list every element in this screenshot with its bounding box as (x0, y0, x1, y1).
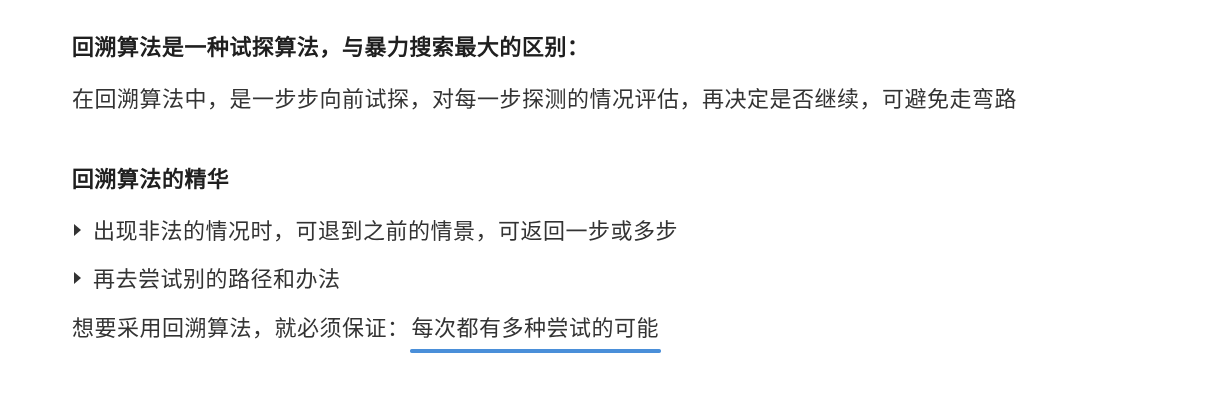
highlighted-phrase: 每次都有多种尝试的可能 (409, 311, 662, 353)
list-item: 出现非法的情况时，可退到之前的情景，可返回一步或多步 (72, 214, 678, 246)
underline-mark (409, 349, 662, 353)
conclusion-line: 想要采用回溯算法，就必须保证：每次都有多种尝试的可能 (72, 311, 662, 353)
conclusion-prefix: 想要采用回溯算法，就必须保证： (72, 317, 410, 342)
list-item-text: 出现非法的情况时，可退到之前的情景，可返回一步或多步 (93, 220, 679, 245)
section-heading-difference: 回溯算法是一种试探算法，与暴力搜索最大的区别： (72, 36, 590, 61)
highlighted-phrase-text: 每次都有多种尝试的可能 (411, 317, 660, 342)
section-heading-essence: 回溯算法的精华 (72, 168, 230, 193)
triangle-right-icon (74, 224, 81, 236)
document-page: 回溯算法是一种试探算法，与暴力搜索最大的区别： 在回溯算法中，是一步步向前试探，… (0, 0, 1228, 408)
list-item: 再去尝试别的路径和办法 (72, 262, 341, 294)
list-item-text: 再去尝试别的路径和办法 (93, 268, 341, 293)
paragraph-difference-explanation: 在回溯算法中，是一步步向前试探，对每一步探测的情况评估，再决定是否继续，可避免走… (72, 88, 1018, 113)
triangle-right-icon (74, 272, 81, 284)
